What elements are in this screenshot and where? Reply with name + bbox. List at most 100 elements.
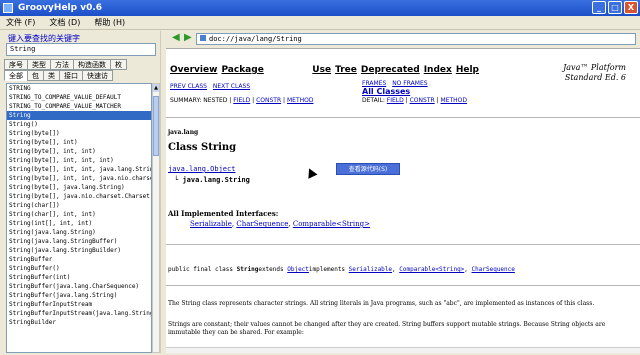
detail-row: DETAIL: FIELD | CONSTR | METHOD (362, 97, 467, 104)
list-item[interactable]: String() (7, 120, 151, 129)
tab-method[interactable]: 方法 (50, 59, 74, 70)
prev-class-link[interactable]: PREV CLASS (170, 83, 207, 90)
list-item[interactable]: StringBufferInputStream(java.lang.String… (7, 309, 151, 318)
tab-row-2: 全部 包 类 接口 快速访 (4, 70, 113, 81)
decl-serializable-link[interactable]: Serializable (349, 266, 392, 273)
mouse-cursor-icon (304, 166, 318, 179)
tab-enum[interactable]: 枚 (110, 59, 127, 70)
platform-line-2: Standard Ed. 6 (564, 73, 626, 82)
list-item[interactable]: String(byte[], int, int) (7, 147, 151, 156)
detail-field-link[interactable]: FIELD (387, 97, 404, 104)
decl-comparable-link[interactable]: Comparable<String> (399, 266, 464, 273)
app-icon (3, 3, 13, 13)
nav-overview[interactable]: Overview (170, 65, 217, 75)
list-item[interactable]: String (7, 111, 151, 120)
list-item[interactable]: STRING_TO_COMPARE_VALUE_MATCHER (7, 102, 151, 111)
list-scrollbar[interactable]: ▲ (152, 83, 160, 353)
iface-charsequence-link[interactable]: CharSequence (236, 220, 288, 228)
platform-line-1: Java™ Platform (563, 63, 626, 72)
description-para-1: The String class represents character st… (168, 300, 595, 307)
back-arrow-icon[interactable]: ◀ (172, 33, 182, 43)
menu-file[interactable]: 文件 (F) (6, 16, 35, 29)
current-class-name: java.lang.String (182, 176, 250, 184)
divider-2 (166, 244, 640, 245)
list-item[interactable]: String(java.lang.StringBuffer) (7, 237, 151, 246)
list-item[interactable]: String(byte[], int) (7, 138, 151, 147)
nav-use[interactable]: Use (312, 65, 331, 75)
list-item[interactable]: String(java.lang.StringBuilder) (7, 246, 151, 255)
detail-method-link[interactable]: METHOD (441, 97, 468, 104)
list-item[interactable]: String(byte[], int, int, java.lang.Strin… (7, 165, 151, 174)
platform-label: Java™ Platform Standard Ed. 6 (563, 63, 626, 83)
summary-constr-link[interactable]: CONSTR (256, 97, 281, 104)
content-hscrollbar[interactable] (166, 347, 640, 353)
maximize-button[interactable]: □ (608, 1, 622, 14)
scrollbar-thumb[interactable] (153, 96, 159, 156)
nav-package[interactable]: Package (221, 65, 263, 75)
list-item[interactable]: String(java.lang.String) (7, 228, 151, 237)
summary-field-link[interactable]: FIELD (233, 97, 250, 104)
list-item[interactable]: StringBuffer() (7, 264, 151, 273)
list-item[interactable]: String(byte[], int, int, int) (7, 156, 151, 165)
list-item[interactable]: String(byte[], java.nio.charset.Charset) (7, 192, 151, 201)
decl-charsequence-link[interactable]: CharSequence (472, 266, 515, 273)
nav-class: Class (277, 65, 305, 75)
list-item[interactable]: StringBuffer (7, 255, 151, 264)
list-item[interactable]: String(byte[], int, int, java.nio.charse… (7, 174, 151, 183)
nav-index[interactable]: Index (424, 65, 452, 75)
tab-all[interactable]: 全部 (4, 70, 28, 81)
nav-deprecated[interactable]: Deprecated (361, 65, 420, 75)
list-item[interactable]: STRING (7, 84, 151, 93)
decl-object-link[interactable]: Object (287, 266, 309, 273)
list-item[interactable]: StringBufferInputStream (7, 300, 151, 309)
tab-package[interactable]: 包 (27, 70, 44, 81)
description-para-2: Strings are constant; their values canno… (168, 321, 606, 336)
list-item[interactable]: StringBuffer(java.lang.String) (7, 291, 151, 300)
menu-bar: 文件 (F) 文档 (D) 帮助 (H) (0, 16, 640, 30)
list-item[interactable]: String(char[], int, int) (7, 210, 151, 219)
iface-serializable-link[interactable]: Serializable (190, 220, 232, 228)
detail-label: DETAIL: (362, 97, 385, 104)
tab-type[interactable]: 类型 (27, 59, 51, 70)
frames-link[interactable]: FRAMES (362, 80, 386, 87)
summary-method-link[interactable]: METHOD (287, 97, 314, 104)
list-item[interactable]: String(int[], int, int) (7, 219, 151, 228)
doc-viewer: Overview Package Class Use Tree Deprecat… (166, 48, 640, 353)
next-class-link[interactable]: NEXT CLASS (213, 83, 250, 90)
minimize-button[interactable]: _ (592, 1, 606, 14)
package-name: java.lang (168, 129, 199, 136)
nav-help[interactable]: Help (456, 65, 479, 75)
detail-constr-link[interactable]: CONSTR (410, 97, 435, 104)
tab-quick-access[interactable]: 快速访 (82, 70, 113, 81)
menu-help[interactable]: 帮助 (H) (94, 16, 125, 29)
tab-class[interactable]: 类 (43, 70, 60, 81)
nav-tree[interactable]: Tree (335, 65, 357, 75)
address-bar[interactable]: doc://java/lang/String (196, 33, 636, 45)
iface-comparable-link[interactable]: Comparable<String> (293, 220, 370, 228)
all-classes-link[interactable]: All Classes (362, 87, 410, 96)
list-item[interactable]: StringBuffer(java.lang.CharSequence) (7, 282, 151, 291)
list-item[interactable]: STRING_TO_COMPARE_VALUE_DEFAULT (7, 93, 151, 102)
superclass-link[interactable]: java.lang.Object (168, 165, 235, 173)
decl-name: String (236, 266, 259, 273)
doc-nav: Overview Package Class Use Tree Deprecat… (170, 65, 479, 75)
list-item[interactable]: String(byte[], java.lang.String) (7, 183, 151, 192)
tab-interface[interactable]: 接口 (59, 70, 83, 81)
list-item[interactable]: StringBuffer(int) (7, 273, 151, 282)
list-item[interactable]: StringBuilder (7, 318, 151, 327)
close-button[interactable]: X (624, 1, 638, 14)
menu-document[interactable]: 文档 (D) (49, 16, 80, 29)
scroll-up-icon[interactable]: ▲ (153, 84, 159, 92)
list-item[interactable]: String(char[]) (7, 201, 151, 210)
tab-constructor[interactable]: 构造函数 (73, 59, 111, 70)
view-source-popup[interactable]: 查看源代码(S) (336, 163, 400, 175)
address-text: doc://java/lang/String (209, 35, 302, 43)
tab-index[interactable]: 序号 (4, 59, 28, 70)
list-item[interactable]: String(byte[]) (7, 129, 151, 138)
search-input[interactable]: String (6, 43, 156, 56)
summary-label: SUMMARY: NESTED | (170, 97, 232, 104)
forward-arrow-icon[interactable]: ▶ (184, 33, 194, 43)
toolbar: ◀ ▶ doc://java/lang/String (166, 31, 640, 47)
index-list[interactable]: STRING STRING_TO_COMPARE_VALUE_DEFAULT STR… (6, 83, 152, 353)
no-frames-link[interactable]: NO FRAMES (392, 80, 427, 87)
